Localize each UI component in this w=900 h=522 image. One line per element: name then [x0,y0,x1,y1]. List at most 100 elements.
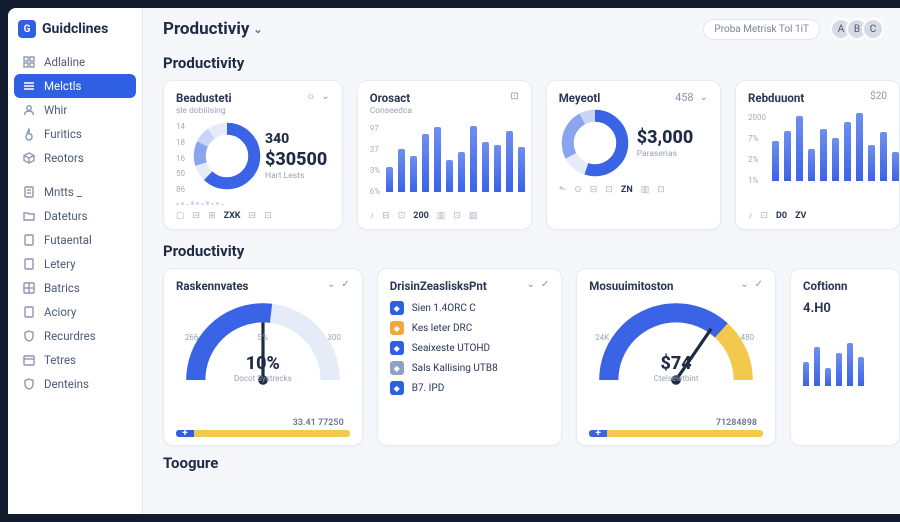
bar-chart [386,120,525,192]
sidebar-item-label: Mntts _ [44,185,82,199]
list-item[interactable]: ◆Kes leter DRC [390,321,550,335]
sidebar-item-label: Dateturs [44,209,88,223]
sidebar-item-furitics[interactable]: Furitics [14,122,136,146]
chevron-down-icon[interactable]: ⌄ [327,279,335,290]
sidebar-item-label: Letery [44,257,76,271]
card-mosuu[interactable]: Mosuuimitoston ⌄✓ 24K 480 [576,268,776,446]
bullet-icon: ◆ [390,321,404,335]
chevron-down-icon[interactable]: ⌄ [321,91,329,102]
card-coftionn[interactable]: Coftionn 4.H0 [790,268,900,446]
card-title: Rebduuont [748,91,804,105]
brand[interactable]: G Guidclines [14,18,136,48]
sidebar-item-aciory[interactable]: Aciory [14,300,136,324]
page-icon [22,233,36,247]
list-item[interactable]: ◆ B7. IPD [390,381,550,395]
sidebar-item-adlaline[interactable]: Adlaline [14,50,136,74]
card-title: Orosact [370,91,412,105]
grid-icon [22,55,36,69]
shield-icon [22,329,36,343]
card-badge: 458 [675,91,694,104]
sidebar-item-tetres[interactable]: Tetres [14,348,136,372]
sidebar-item-reotors[interactable]: Reotors [14,146,136,170]
bullet-icon: ◆ [390,381,404,395]
card-beadustict[interactable]: Beadusteti sle dobliising ☼ ⌄ 14 18 16 [163,80,343,230]
list-item[interactable]: ◆ Seaixeste UTOHD [390,341,550,355]
sidebar-item-label: Whir [44,103,67,117]
gauge-value: $74 [596,353,756,374]
card-badge: $20 [870,91,887,102]
card-footer: ♪⊟⊡ 200 ▥⊡▧ [370,210,519,221]
brand-mark-icon: G [18,20,36,38]
gauge-chart: 480 $74 Ctelseletbint [596,299,756,389]
list-item[interactable]: ◆ Sals Kallising UTB8 [390,361,550,375]
more-icon[interactable]: ⊡ [510,91,518,102]
check-icon: ✓ [755,279,763,290]
sidebar-item-melctls[interactable]: Melctls [14,74,136,98]
sidebar-item-label: Denteins [44,377,89,391]
plus-icon[interactable]: + [176,430,194,437]
card-value: $30500 [265,149,327,170]
chevron-down-icon[interactable]: ⌄ [740,279,748,290]
sidebar-item-whir[interactable]: Whir [14,98,136,122]
bullet-icon: ◆ [390,361,404,375]
progress-strip: + 33.41 77250 [176,430,350,437]
card-title: Meyeotl [559,91,601,105]
donut-chart [191,120,263,192]
sidebar-item-label: Furitics [44,127,82,141]
sidebar-item-label: Adlaline [44,55,85,69]
metric-list: ◆Sien 1.4ORC C◆Kes leter DRC◆Seaixeste U… [390,301,550,395]
folder-icon [22,209,36,223]
grid2-icon [22,281,36,295]
page-title-dropdown[interactable]: Productiviy ⌄ [163,19,263,39]
card-title: Coftionn [803,279,847,293]
list-item-label: B7. IPD [412,383,445,394]
donut-chart [559,107,631,179]
sidebar-item-label: Melctls [44,79,81,93]
card-drisin[interactable]: DrisinZeaslisksPnt ⌄✓ ◆Sien 1.4ORC C◆Kes… [377,268,563,446]
context-chip[interactable]: Proba Metrisk Tol 1iT [703,19,820,40]
avatar[interactable]: C [862,18,884,40]
bar-chart [803,326,887,386]
card-raskennvates[interactable]: Raskennvates ⌄✓ 266 S% 300 [163,268,363,446]
page-icon [22,305,36,319]
y-axis: 97 37 3% 6% [370,124,380,196]
list-item-label: Seaixeste UTOHD [412,343,490,354]
page-icon [22,257,36,271]
card-value-sub: Paraserias [637,149,694,159]
plus-icon[interactable]: + [589,430,607,437]
card-subtitle: sle dobliising [176,106,232,116]
card-meyeotl[interactable]: Meyeotl 458 ⌄ [546,80,721,230]
chevron-down-icon[interactable]: ⌄ [526,279,534,290]
check-icon: ✓ [341,279,349,290]
section-title: Toogure [163,454,900,472]
page-title: Productiviy [163,19,249,39]
sun-icon: ☼ [306,91,315,102]
list-item[interactable]: ◆Sien 1.4ORC C [390,301,550,315]
shield-icon [22,377,36,391]
sidebar-item-recurdres[interactable]: Recurdres [14,324,136,348]
sidebar: G Guidclines Adlaline Melctls Whir Furitics… [8,8,143,514]
sidebar-item-dateturs[interactable]: Dateturs [14,204,136,228]
y-axis: 14 18 16 50 86 [176,122,185,194]
user-icon [22,103,36,117]
card-orosact[interactable]: Orosact Conseedca ⊡ 97 37 3% 6% [357,80,532,230]
chevron-down-icon: ⌄ [253,23,262,36]
sidebar-item-batrics[interactable]: Batrics [14,276,136,300]
avatar-stack[interactable]: A B C [830,18,884,40]
sidebar-item-denteins[interactable]: Denteins [14,372,136,396]
bullet-icon: ◆ [390,341,404,355]
bar-chart [772,109,900,181]
sidebar-item-futaental[interactable]: Futaental [14,228,136,252]
cube-icon [22,151,36,165]
chevron-down-icon[interactable]: ⌄ [700,92,708,103]
progress-strip: + 71284898 [589,430,763,437]
card-title: Raskennvates [176,279,248,293]
card-footer: ▢⊟⊞ ZXK ⊟⊡ [176,211,330,221]
list-item-label: Sals Kallising UTB8 [412,363,498,374]
card-rebduuont[interactable]: Rebduuont $20 2000 7% 2% 1% ♪⊡ [735,80,900,230]
gauge-label: Ctelseletbint [596,374,756,383]
sidebar-item-letery[interactable]: Letery [14,252,136,276]
gauge-value: 10% [183,353,343,374]
sidebar-item-mntts[interactable]: Mntts _ [14,180,136,204]
card-subtitle: Conseedca [370,106,412,116]
